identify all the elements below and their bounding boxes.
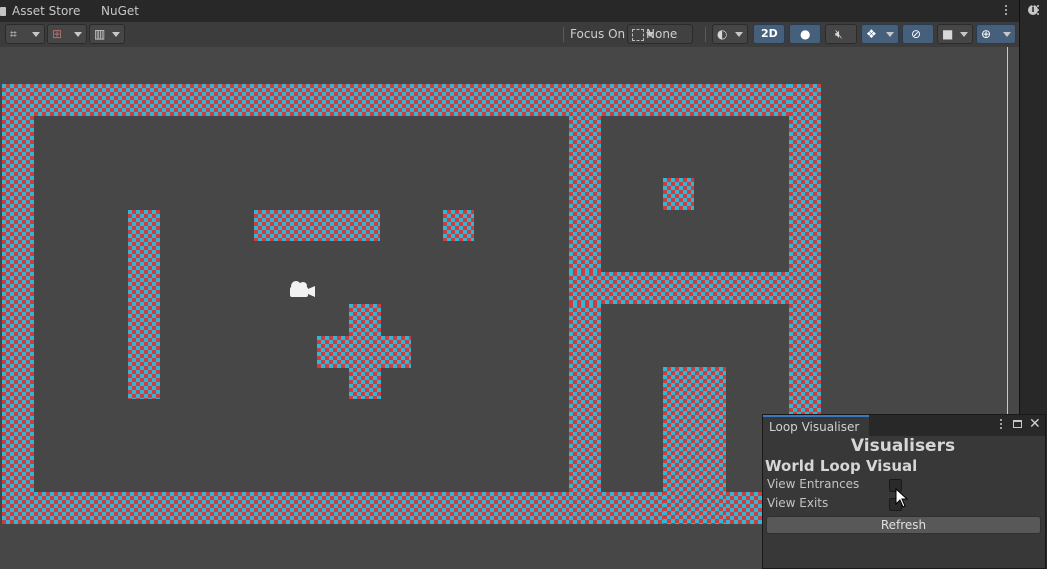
tab-loop-visualiser[interactable]: Loop Visualiser <box>763 415 869 436</box>
pillar-left <box>128 210 160 399</box>
pillar-bottom-right <box>663 367 726 524</box>
gizmos-dropdown[interactable]: ⊕ <box>976 24 1016 44</box>
effects-layers-icon: ❖ <box>866 27 877 41</box>
wall-divider-horizontal <box>569 272 821 304</box>
hidden-eye-icon: ⊘ <box>911 27 922 41</box>
bar-top <box>254 210 380 241</box>
visualisers-heading: Visualisers <box>850 436 956 456</box>
tab-nuget[interactable]: NuGet <box>101 4 139 18</box>
maximize-icon[interactable] <box>1013 420 1022 428</box>
effects-dropdown[interactable]: ❖ <box>861 24 899 44</box>
block-small <box>443 210 474 241</box>
toolbar-separator <box>705 27 706 42</box>
grid-icon: ⊞ <box>52 27 63 41</box>
refresh-button[interactable]: Refresh <box>766 516 1041 534</box>
ruler-icon: ▥ <box>94 27 106 41</box>
shading-mode-dropdown[interactable]: ◐ <box>712 24 748 44</box>
asset-store-icon <box>0 7 6 16</box>
wall-bottom <box>2 492 762 524</box>
audio-muted-icon: 🔇︎ <box>835 27 843 41</box>
lightbulb-icon: ● <box>800 27 811 41</box>
block-room-top-right <box>663 178 694 210</box>
world-loop-visual-heading: World Loop Visual <box>765 457 918 475</box>
panel-tab-bar: Loop Visualiser ✕ <box>763 415 1045 436</box>
toggle-lighting-button[interactable]: ● <box>789 24 821 44</box>
scene-camera-dropdown[interactable]: ■ <box>937 24 973 44</box>
tab-asset-store[interactable]: Asset Store <box>12 4 80 18</box>
camera-icon: ■ <box>942 27 954 41</box>
grid-snap-icon: ⌗ <box>10 27 17 41</box>
wall-top <box>2 84 821 116</box>
scene-visibility-button[interactable]: ⊘ <box>902 24 934 44</box>
scene-camera-icon[interactable] <box>288 279 316 301</box>
wall-left <box>2 84 34 524</box>
more-options-icon[interactable] <box>1004 4 1008 18</box>
toggle-2d-button[interactable]: 2D <box>753 24 785 44</box>
close-icon[interactable]: ✕ <box>1029 416 1041 432</box>
mouse-cursor-icon <box>895 488 909 508</box>
cross-horizontal <box>317 336 411 368</box>
mode-2d-label: 2D <box>761 27 778 40</box>
window-tab-bar: Asset Store NuGet <box>0 0 1019 23</box>
gizmos-globe-icon: ⊕ <box>981 27 992 41</box>
view-entrances-label: View Entrances <box>767 477 860 491</box>
toggle-audio-button[interactable]: 🔇︎ <box>825 24 857 44</box>
wall-divider-vertical <box>569 84 601 524</box>
focus-on-label: Focus On <box>570 27 626 41</box>
wall-right <box>789 84 821 414</box>
focus-on-dropdown[interactable]: None <box>627 24 693 44</box>
increment-snap-dropdown[interactable]: ▥ <box>89 24 125 44</box>
panel-options-icon[interactable] <box>999 418 1003 432</box>
shading-sphere-icon: ◐ <box>717 27 728 41</box>
toolbar-separator <box>563 27 564 42</box>
inspector-options-icon[interactable] <box>1036 4 1040 18</box>
view-exits-label: View Exits <box>767 496 829 510</box>
selection-icon <box>632 29 644 41</box>
grid-visibility-dropdown[interactable]: ⊞ <box>47 24 87 44</box>
move-tool-dropdown[interactable]: ⌗ <box>5 24 45 44</box>
